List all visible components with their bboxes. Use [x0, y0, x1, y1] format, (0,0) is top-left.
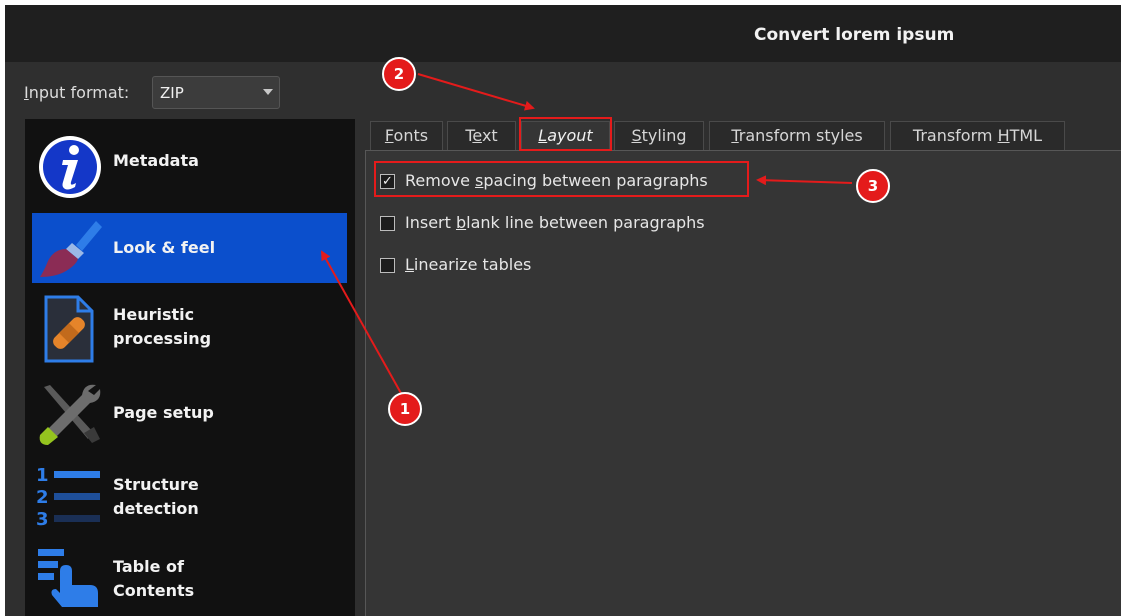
- sidebar-item-look-and-feel[interactable]: Look & feel: [32, 213, 347, 283]
- tab-transform-styles[interactable]: Transform styles: [709, 121, 885, 150]
- chevron-down-icon: [263, 89, 273, 95]
- sidebar: Metadata Look & feel Heuristic processin…: [25, 119, 355, 616]
- annotation-badge-1: 1: [388, 392, 422, 426]
- window-title: Convert lorem ipsum: [754, 25, 955, 45]
- paintbrush-icon: [40, 221, 102, 277]
- sidebar-item-label: detection: [113, 499, 199, 518]
- sidebar-item-label: Structure: [113, 475, 199, 494]
- tab-styling[interactable]: Styling: [614, 121, 704, 150]
- sidebar-item-label: processing: [113, 329, 212, 348]
- bandaid-document-icon: [44, 295, 94, 363]
- annotation-badge-2: 2: [382, 57, 416, 91]
- sidebar-item-label: Look & feel: [113, 238, 216, 257]
- svg-text:2: 2: [36, 487, 49, 508]
- annotation-badge-3: 3: [856, 169, 890, 203]
- input-format-label: Input format:: [24, 83, 129, 102]
- numbered-list-icon: 1 2 3: [36, 465, 100, 527]
- sidebar-item-structure-detection[interactable]: 1 2 3 Structure detection: [32, 459, 347, 535]
- input-format-value: ZIP: [160, 84, 184, 102]
- linearize-tables-checkbox[interactable]: [380, 258, 395, 273]
- title-bar: Convert lorem ipsum: [5, 5, 1121, 62]
- svg-text:1: 1: [36, 465, 49, 486]
- insert-blank-line-checkbox[interactable]: [380, 216, 395, 231]
- sidebar-item-label: Table of: [113, 557, 184, 576]
- tools-icon: [39, 384, 101, 445]
- tab-transform-html[interactable]: Transform HTML: [890, 121, 1065, 150]
- sidebar-item-page-setup[interactable]: Page setup: [32, 377, 347, 453]
- layout-tab-highlight: [519, 117, 612, 151]
- sidebar-item-table-of-contents[interactable]: Table of Contents: [32, 539, 347, 615]
- sidebar-item-metadata[interactable]: Metadata: [32, 127, 347, 207]
- sidebar-item-heuristic-processing[interactable]: Heuristic processing: [32, 291, 347, 367]
- tab-text[interactable]: Text: [447, 121, 516, 150]
- sidebar-item-label: Heuristic: [113, 305, 195, 324]
- toc-hand-icon: [38, 549, 98, 607]
- tab-fonts[interactable]: Fonts: [370, 121, 443, 150]
- metadata-info-icon: [39, 136, 101, 198]
- insert-blank-line-label: Insert blank line between paragraphs: [405, 213, 705, 232]
- sidebar-item-label: Page setup: [113, 403, 214, 422]
- sidebar-item-label: Metadata: [113, 151, 199, 170]
- linearize-tables-label: Linearize tables: [405, 255, 532, 274]
- remove-spacing-highlight: [374, 161, 749, 197]
- input-format-label-text: nput format:: [28, 83, 130, 102]
- sidebar-item-label: Contents: [113, 581, 195, 600]
- svg-text:3: 3: [36, 509, 49, 527]
- input-format-dropdown[interactable]: ZIP: [152, 76, 280, 109]
- convert-dialog: Convert lorem ipsum Input format: ZIP Me…: [5, 5, 1121, 616]
